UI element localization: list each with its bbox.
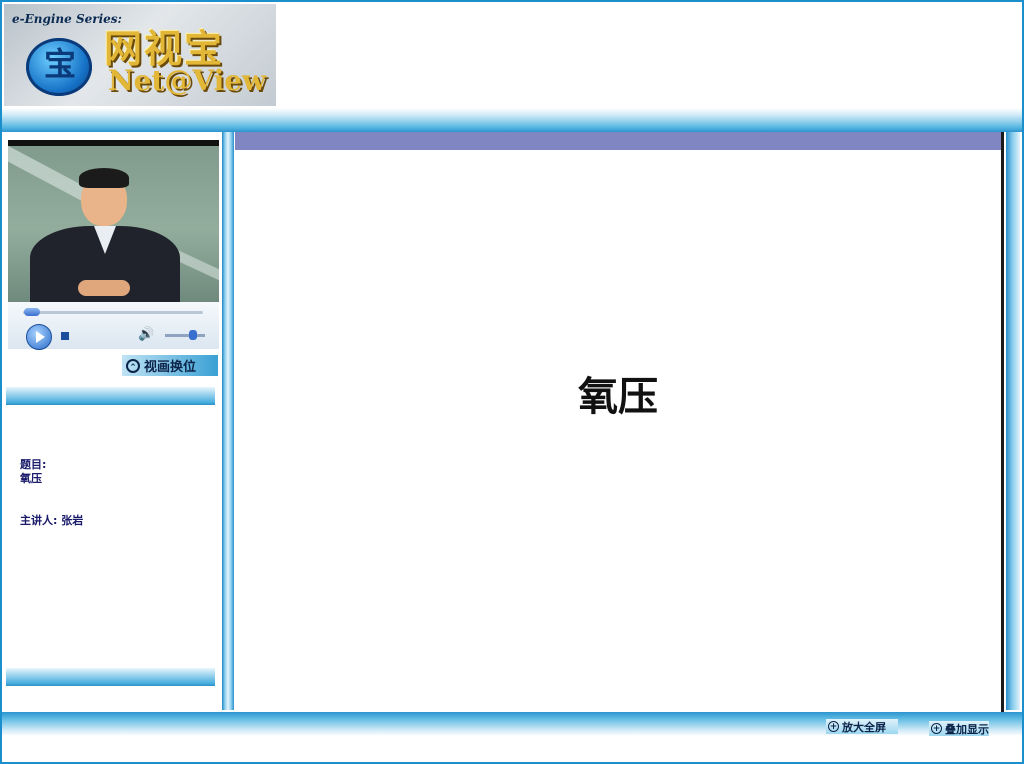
fullscreen-label: 放大全屏 <box>842 720 886 734</box>
seek-handle[interactable] <box>24 308 40 316</box>
logo-english-title: Net@View <box>108 64 267 97</box>
overlay-display-button[interactable]: + 叠加显示 <box>929 721 989 736</box>
play-icon[interactable] <box>26 324 52 350</box>
fullscreen-button[interactable]: + 放大全屏 <box>826 719 898 734</box>
swap-view-button[interactable]: ⌃ 视画换位 <box>122 355 218 376</box>
panel-divider <box>222 132 234 710</box>
app-window: e-Engine Series: 宝 网视宝 Net@View 🔊 ⌃ 视画换位… <box>0 0 1024 764</box>
volume-slider[interactable] <box>165 334 205 337</box>
swap-view-label: 视画换位 <box>144 360 197 375</box>
sidebar-divider <box>6 387 215 405</box>
logo-emblem-char: 宝 <box>43 45 76 83</box>
overlay-display-label: 叠加显示 <box>945 722 989 736</box>
speaker-label: 主讲人: <box>20 514 58 527</box>
video-frame[interactable] <box>8 140 219 302</box>
volume-icon[interactable]: 🔊 <box>138 328 154 342</box>
presenter-hair <box>79 168 129 188</box>
player-controls: 🔊 <box>8 302 219 350</box>
seek-bar[interactable] <box>23 311 203 314</box>
netview-logo: e-Engine Series: 宝 网视宝 Net@View <box>4 4 276 106</box>
slide-title: 氧压 <box>578 374 658 420</box>
topic-label: 题目: <box>20 458 47 471</box>
slide-panel: 氧压 <box>235 132 1004 721</box>
plus-icon: + <box>931 723 942 734</box>
plus-icon: + <box>828 721 839 732</box>
top-band <box>2 108 1022 132</box>
topic-value: 氧压 <box>20 472 42 485</box>
slide-header-bar <box>235 132 1001 150</box>
volume-handle[interactable] <box>189 330 197 340</box>
video-top-border <box>8 140 219 146</box>
speaker-value: 张岩 <box>61 514 84 527</box>
speaker-line: 主讲人: 张岩 <box>20 514 210 528</box>
chevron-up-icon: ⌃ <box>126 358 140 373</box>
lecture-info: 题目: 氧压 主讲人: 张岩 <box>20 458 210 528</box>
right-edge-bar <box>1006 132 1020 710</box>
presenter-hands <box>78 280 130 296</box>
stop-icon[interactable] <box>61 332 69 340</box>
sidebar-divider <box>6 668 215 686</box>
